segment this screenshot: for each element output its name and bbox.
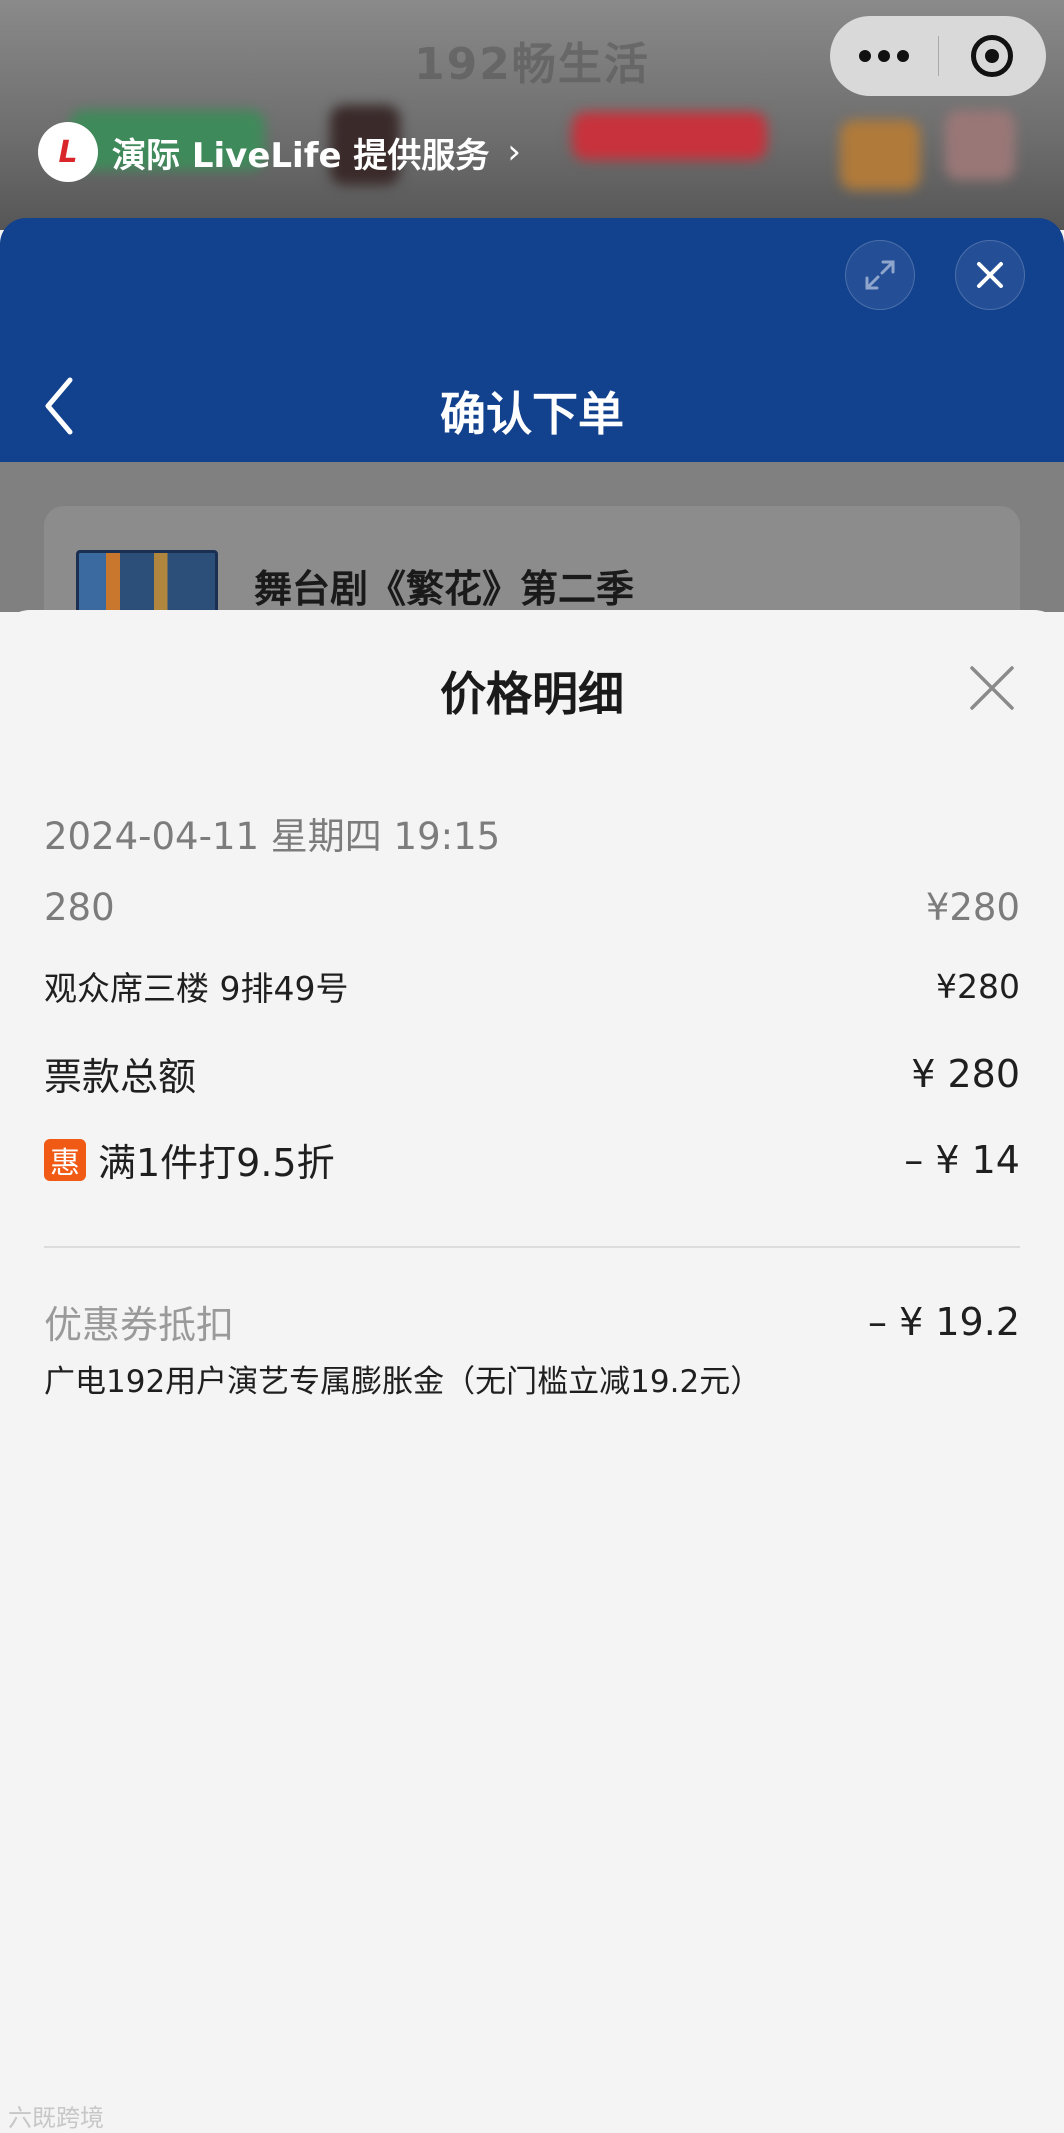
blurred-banner-food: [840, 120, 920, 190]
order-header: 确认下单: [0, 218, 1064, 462]
product-name: 舞台剧《繁花》第二季: [254, 567, 635, 611]
sheet-title: 价格明细: [440, 667, 624, 721]
miniprogram-capsule: [830, 16, 1046, 96]
ticket-total-label: 票款总额: [44, 1055, 197, 1099]
ticket-total-row: 票款总额 ¥ 280: [44, 1046, 1020, 1101]
expand-icon: [865, 260, 895, 290]
discount-badge-icon: 惠: [44, 1138, 86, 1181]
provider-text: 演际 LiveLife 提供服务: [112, 135, 490, 176]
show-datetime-row: 2024-04-11 星期四 19:15: [44, 806, 1020, 860]
promotion-label: 满1件打9.5折: [98, 1141, 335, 1185]
exit-miniprogram-icon[interactable]: [939, 16, 1047, 96]
blurred-banner-red: [572, 112, 767, 160]
ticket-total-amount: ¥ 280: [911, 1051, 1020, 1096]
expand-button[interactable]: [845, 240, 915, 310]
close-page-button[interactable]: [955, 240, 1025, 310]
host-app-header: 192畅生活 L 演际 LiveLife 提供服务 ›: [0, 0, 1064, 230]
divider: [44, 1246, 1020, 1248]
promotion-amount: – ¥ 14: [904, 1137, 1020, 1182]
livelife-logo-icon: L: [38, 122, 98, 182]
seat-amount: ¥280: [936, 966, 1020, 1006]
chevron-right-icon: ›: [507, 132, 521, 172]
seat-row: 观众席三楼 9排49号 ¥280: [44, 962, 1020, 1010]
provider-link[interactable]: L 演际 LiveLife 提供服务 ›: [38, 122, 521, 182]
watermark: 六既跨境: [8, 2104, 104, 2132]
coupon-label: 优惠券抵扣: [44, 1303, 235, 1347]
page-title: 确认下单: [440, 387, 624, 441]
close-icon: [977, 262, 1003, 288]
price-tier-row: 280 ¥280: [44, 886, 1020, 929]
more-icon[interactable]: [830, 16, 938, 96]
blurred-banner-item: [945, 110, 1015, 180]
seat-info: 观众席三楼 9排49号: [44, 969, 349, 1008]
promotion-row: 惠 满1件打9.5折 – ¥ 14: [44, 1132, 1020, 1187]
coupon-description: 广电192用户演艺专属膨胀金（无门槛立减19.2元）: [44, 1364, 762, 1400]
price-detail-sheet: 价格明细 2024-04-11 星期四 19:15 280 ¥280 观众席三楼…: [0, 610, 1064, 2132]
price-tier-amount: ¥280: [925, 886, 1020, 929]
coupon-row: 优惠券抵扣 – ¥ 19.2: [44, 1294, 1020, 1349]
show-datetime: 2024-04-11 星期四 19:15: [44, 815, 501, 858]
coupon-amount: – ¥ 19.2: [868, 1299, 1020, 1344]
price-tier: 280: [44, 886, 115, 929]
close-sheet-icon[interactable]: [968, 664, 1016, 712]
